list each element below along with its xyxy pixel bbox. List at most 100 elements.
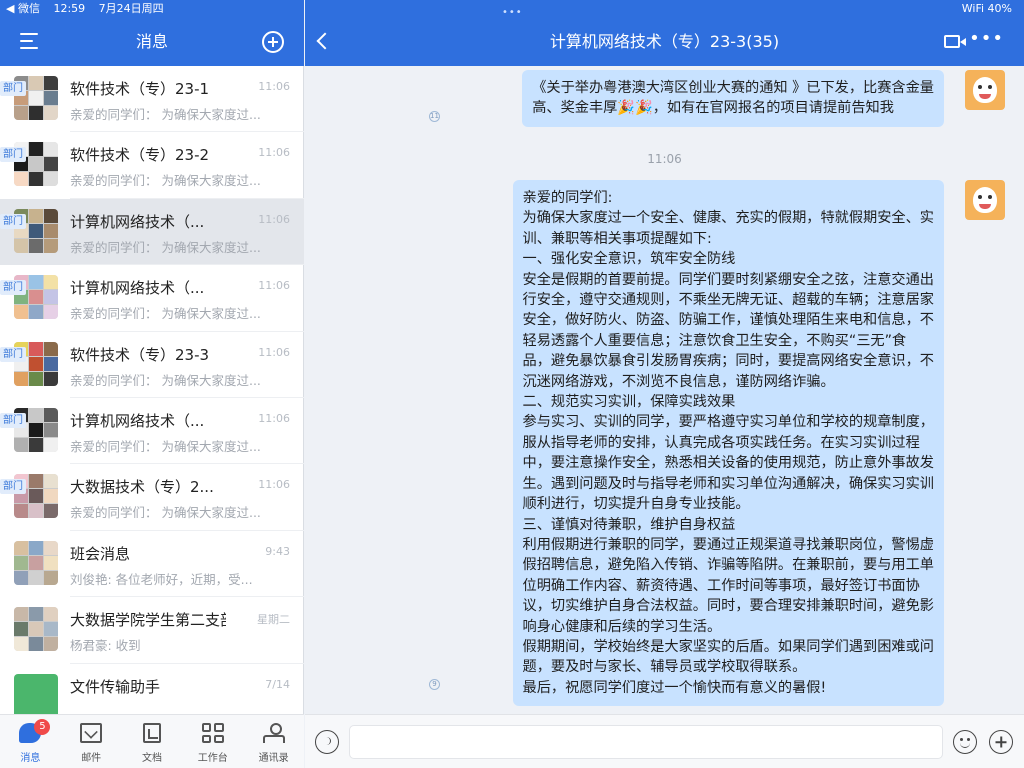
department-tag: 部门: [0, 280, 26, 296]
message-line: 亲爱的同学们:: [522, 190, 613, 206]
emoji-icon[interactable]: [953, 730, 977, 754]
conversation-preview: 亲爱的同学们： 为确保大家度过...: [70, 107, 261, 122]
department-tag: 部门: [0, 147, 26, 163]
message-bubble[interactable]: 《关于举办粤港澳大湾区创业大赛的通知 》已下发，比赛含金量 高、奖金丰厚🎉🎉，如有…: [522, 70, 944, 127]
conversation-sidebar: ◀ 微信 12:59 7月24日周四 消息 软件技术（专）23-1 部门 11:06…: [0, 0, 304, 768]
conversation-name: 计算机网络技术（...: [70, 212, 205, 231]
message-bubble[interactable]: 亲爱的同学们: 为确保大家度过一个安全、健康、充实的假期，特就假期安全、实 训、兼职…: [512, 180, 944, 707]
chat-title: 计算机网络技术（专）23-3(35): [549, 32, 780, 51]
department-tag: 部门: [0, 412, 26, 428]
read-count-indicator[interactable]: 9: [429, 679, 440, 690]
message-line: 假期期间，学校始终是大家坚实的后盾。如果同学们遇到困难或问: [522, 638, 934, 655]
tab-workbench[interactable]: 工作台: [182, 715, 243, 768]
conversation-time: 11:06: [258, 146, 290, 160]
message-line: 行安全，遵守交通规则，不乘坐无牌无证、超载的车辆；注意居家: [522, 292, 934, 309]
conversation-time: 11:06: [258, 345, 290, 359]
chat-header: 计算机网络技术（专）23-3(35) •••: [305, 18, 1024, 66]
group-avatar: [14, 540, 58, 585]
chat-panel: ••• WiFi 40% 计算机网络技术（专）23-3(35) ••• 《关于举…: [305, 0, 1024, 768]
department-tag: 部门: [0, 213, 26, 229]
unread-badge: 5: [34, 719, 51, 735]
message-line: 品，避免暴饮暴食引发肠胃疾病；同时，要提高网络安全意识，不: [522, 353, 934, 370]
conversation-time: 11:06: [258, 279, 290, 293]
conversation-name: 软件技术（专）23-3: [70, 345, 210, 364]
conversation-time: 11:06: [258, 411, 290, 425]
message-area[interactable]: 《关于举办粤港澳大湾区创业大赛的通知 》已下发，比赛含金量 高、奖金丰厚🎉🎉，如有…: [305, 66, 1024, 714]
sidebar-title: 消息: [135, 32, 168, 51]
message-line: 一、强化安全意识，筑牢安全防线: [522, 251, 736, 268]
message-line: 假招聘信息，避免陷入传销、诈骗等陷阱。在兼职前，要与用工单: [522, 557, 934, 574]
message-line: 沉迷网络游戏，不浏览不良信息，谨防网络诈骗。: [522, 373, 835, 390]
tab-label: 文档: [141, 753, 162, 764]
back-to-wechat-link[interactable]: ◀ 微信: [6, 2, 40, 15]
conversation-time: 9:43: [265, 544, 290, 558]
department-tag: 部门: [0, 346, 26, 362]
message-line: 参与实习、实训的同学，要严格遵守实习单位和学校的规章制度，: [522, 414, 934, 431]
conversation-preview: 刘俊艳: 各位老师好，近期，受...: [70, 571, 253, 587]
time-separator: 11:06: [647, 152, 682, 166]
group-avatar: [14, 607, 58, 652]
document-icon: [142, 723, 161, 743]
conversation-item[interactable]: 大数据学院学生第二支部 星期二 杨君豪: 收到: [0, 597, 304, 664]
message-line: 二、规范实习实训，保障实践效果: [522, 394, 736, 411]
add-icon[interactable]: [262, 31, 284, 53]
conversation-list[interactable]: 软件技术（专）23-1 部门 11:06 亲爱的同学们： 为确保大家度过... 软件技术…: [0, 66, 304, 714]
conversation-time: 11:06: [258, 478, 290, 492]
conversation-name: 计算机网络技术（...: [70, 279, 205, 298]
sender-avatar[interactable]: [965, 180, 1005, 220]
conversation-item[interactable]: 大数据技术（专）2... 部门 11:06 亲爱的同学们： 为确保大家度过...: [0, 464, 304, 531]
conversation-item[interactable]: 软件技术（专）23-1 部门 11:06 亲爱的同学们： 为确保大家度过...: [0, 66, 304, 133]
status-bar-right: ••• WiFi 40%: [305, 0, 1024, 18]
status-date: 7月24日周四: [98, 2, 164, 15]
sender-avatar[interactable]: [965, 70, 1005, 110]
tab-mail[interactable]: 邮件: [61, 715, 122, 768]
voice-input-icon[interactable]: [315, 730, 339, 754]
more-options-icon[interactable]: •••: [969, 28, 1004, 49]
wifi-icon: WiFi: [961, 2, 985, 15]
contacts-icon: [262, 723, 285, 743]
tab-label: 通讯录: [258, 753, 289, 764]
tab-messages[interactable]: 5 消息: [0, 715, 61, 768]
conversation-item[interactable]: 文件传输助手 7/14: [0, 664, 304, 714]
message-input[interactable]: [349, 725, 943, 759]
conversation-preview: 亲爱的同学们： 为确保大家度过...: [70, 173, 261, 189]
tab-docs[interactable]: 文档: [122, 715, 183, 768]
tab-contacts[interactable]: 通讯录: [243, 715, 304, 768]
conversation-preview: 杨君豪: 收到: [70, 638, 141, 654]
conversation-name: 软件技术（专）23-2: [70, 146, 210, 165]
message-line: 服从指导老师的安排，认真完成各项实践任务。在实习实训过程: [522, 434, 920, 451]
video-call-icon[interactable]: [944, 35, 966, 48]
message-line: 最后，祝愿同学们度过一个愉快而有意义的暑假!: [522, 679, 827, 696]
conversation-item[interactable]: 软件技术（专）23-2 部门 11:06 亲爱的同学们： 为确保大家度过...: [0, 132, 304, 199]
conversation-name: 计算机网络技术（...: [70, 411, 205, 430]
group-avatar: [14, 673, 58, 714]
conversation-name: 班会消息: [70, 544, 131, 563]
conversation-item[interactable]: 计算机网络技术（... 部门 11:06 亲爱的同学们： 为确保大家度过...: [0, 265, 304, 332]
conversation-time: 11:06: [258, 212, 290, 226]
bottom-tab-bar: 5 消息 邮件 文档 工作台 通讯录: [0, 714, 304, 768]
conversation-item[interactable]: 计算机网络技术（... 部门 11:06 亲爱的同学们： 为确保大家度过...: [0, 398, 304, 465]
more-actions-plus-icon[interactable]: [989, 730, 1013, 754]
message-line: 位明确工作内容、薪资待遇、工作时间等事项，最好签订书面协: [522, 577, 920, 594]
conversation-item[interactable]: 计算机网络技术（... 部门 11:06 亲爱的同学们： 为确保大家度过...: [0, 198, 304, 266]
message-line: 《关于举办粤港澳大湾区创业大赛的通知 》已下发，比赛含金量: [532, 80, 934, 96]
message-line: 三、谨慎对待兼职，维护自身权益: [522, 516, 736, 533]
conversation-preview: 亲爱的同学们： 为确保大家度过...: [70, 438, 261, 454]
input-bar: [305, 714, 1024, 768]
message-line: 生。遇到问题及时与指导老师和实习单位沟通解决，确保实习实训: [522, 475, 934, 492]
message-line: 为确保大家度过一个安全、健康、充实的假期，特就假期安全、实: [522, 210, 934, 227]
tab-label: 消息: [20, 753, 41, 764]
status-time: 12:59: [53, 2, 86, 15]
conversation-item[interactable]: 班会消息 9:43 刘俊艳: 各位老师好，近期，受...: [0, 531, 304, 598]
message-line: 轻易透露个人重要信息；注意饮食卫生安全，不购买“三无”食: [522, 332, 907, 349]
conversation-preview: 亲爱的同学们： 为确保大家度过...: [70, 239, 261, 255]
workbench-grid-icon: [201, 723, 224, 743]
conversation-time: 11:06: [258, 80, 290, 93]
conversation-item[interactable]: 软件技术（专）23-3 部门 11:06 亲爱的同学们： 为确保大家度过...: [0, 332, 304, 398]
battery-level: 40%: [987, 2, 1012, 15]
message-line: 训、兼职等相关事项提醒如下:: [522, 230, 712, 247]
message-line: 中，要注意操作安全，熟悉相关设备的使用规范，防止意外事故发: [522, 455, 934, 472]
message-line: 安全，做好防火、防盗、防骗工作，谨慎处理陌生来电和信息，不: [522, 312, 934, 329]
department-tag: 部门: [0, 81, 26, 96]
read-count-indicator[interactable]: 11: [429, 111, 440, 122]
